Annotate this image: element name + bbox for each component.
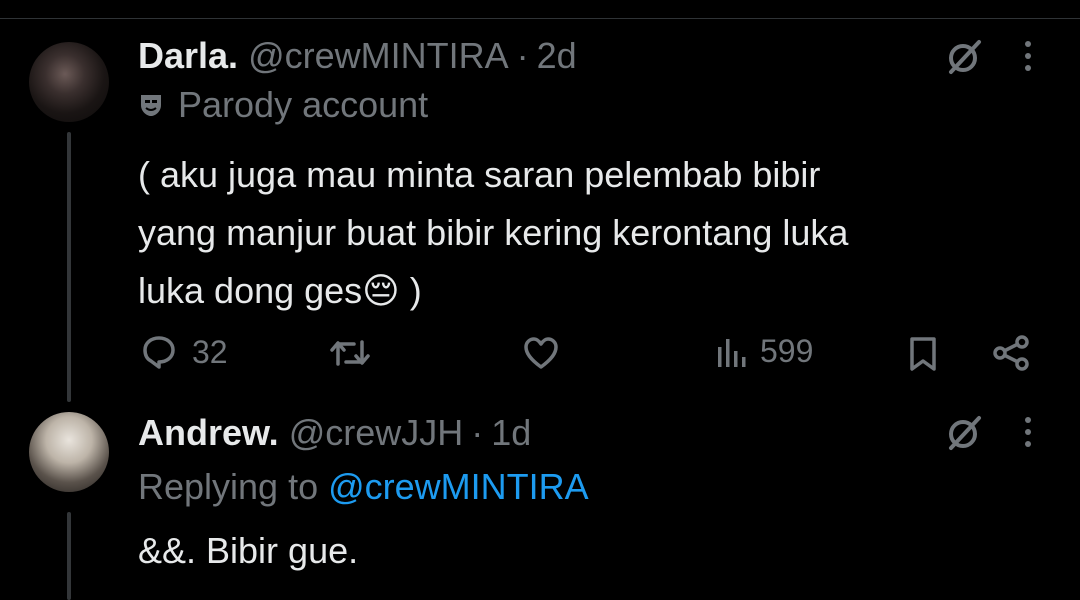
mask-icon bbox=[141, 95, 161, 116]
tweet-header: Andrew. @crewJJH · 1d bbox=[138, 412, 531, 454]
separator-dot: · bbox=[471, 412, 484, 453]
parody-label: Parody account bbox=[138, 84, 428, 126]
views-icon bbox=[718, 338, 746, 367]
parody-text: Parody account bbox=[178, 84, 429, 125]
top-divider bbox=[0, 18, 1080, 19]
timeline-frame: Darla. @crewMINTIRA · 2d Parody account … bbox=[0, 0, 1080, 600]
more-icon[interactable] bbox=[1022, 414, 1034, 450]
retweet-icon bbox=[330, 340, 370, 366]
avatar[interactable] bbox=[29, 412, 109, 492]
grok-icon[interactable] bbox=[943, 36, 985, 78]
replying-prefix: Replying to bbox=[138, 466, 319, 507]
tweet-text-line: yang manjur buat bibir kering kerontang … bbox=[138, 212, 849, 253]
thread-line-lower bbox=[67, 512, 71, 600]
replying-to: Replying to @crewMINTIRA bbox=[138, 466, 589, 508]
share-icon bbox=[993, 335, 1029, 371]
display-name[interactable]: Andrew. bbox=[138, 412, 279, 454]
tweet-text-line: ( aku juga mau minta saran pelembab bibi… bbox=[138, 154, 821, 195]
bookmark-button[interactable] bbox=[908, 336, 938, 372]
views-button[interactable]: 599 bbox=[716, 333, 813, 370]
retweet-button[interactable] bbox=[330, 336, 370, 370]
user-handle[interactable]: @crewJJH bbox=[289, 412, 464, 454]
mention-link[interactable]: @crewMINTIRA bbox=[328, 466, 589, 507]
grok-icon[interactable] bbox=[943, 412, 985, 454]
avatar[interactable] bbox=[29, 42, 109, 122]
more-icon[interactable] bbox=[1022, 38, 1034, 74]
timestamp[interactable]: 2d bbox=[537, 35, 577, 77]
reply-button[interactable]: 32 bbox=[140, 333, 228, 371]
user-handle[interactable]: @crewMINTIRA bbox=[248, 35, 509, 77]
reply-icon bbox=[143, 336, 175, 369]
share-button[interactable] bbox=[992, 335, 1030, 371]
reply-count: 32 bbox=[192, 333, 228, 370]
timestamp[interactable]: 1d bbox=[491, 412, 531, 454]
thread-line bbox=[67, 132, 71, 402]
display-name[interactable]: Darla. bbox=[138, 35, 238, 77]
tweet-text: ( aku juga mau minta saran pelembab bibi… bbox=[138, 146, 1038, 320]
tweet-text-line: luka dong ges😔 ) bbox=[138, 270, 422, 311]
tweet-header: Darla. @crewMINTIRA · 2d bbox=[138, 35, 577, 77]
reply-text: &&. Bibir gue. bbox=[138, 530, 359, 571]
views-count: 599 bbox=[760, 333, 814, 369]
like-icon bbox=[524, 337, 558, 369]
like-button[interactable] bbox=[522, 335, 560, 371]
bookmark-icon bbox=[910, 337, 936, 371]
separator-dot: · bbox=[516, 35, 529, 76]
